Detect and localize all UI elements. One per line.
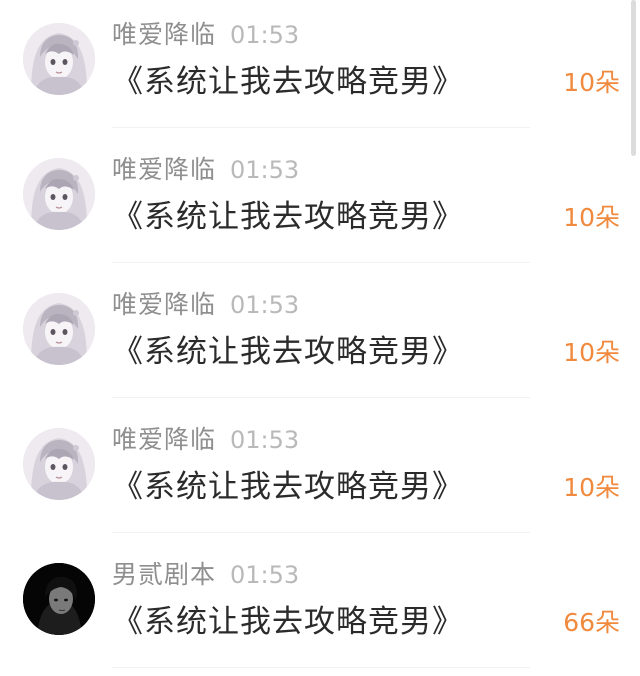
message-text: 《系统让我去攻略竞男》 bbox=[112, 64, 464, 100]
list-item[interactable]: 唯爱降临 01:53 《系统让我去攻略竞男》 10朵 bbox=[0, 135, 640, 270]
timestamp: 01:53 bbox=[230, 426, 300, 454]
message-text: 《系统让我去攻略竞男》 bbox=[112, 199, 464, 235]
username[interactable]: 男贰剧本 bbox=[112, 560, 216, 589]
message-meta: 唯爱降临 01:53 bbox=[112, 423, 299, 457]
username[interactable]: 唯爱降临 bbox=[112, 425, 216, 454]
timestamp: 01:53 bbox=[230, 156, 300, 184]
timestamp: 01:53 bbox=[230, 561, 300, 589]
avatar[interactable] bbox=[23, 293, 95, 365]
avatar[interactable] bbox=[23, 563, 95, 635]
gift-count: 10朵 bbox=[563, 473, 620, 502]
username[interactable]: 唯爱降临 bbox=[112, 155, 216, 184]
message-meta: 男贰剧本 01:53 bbox=[112, 558, 299, 592]
message-meta: 唯爱降临 01:53 bbox=[112, 288, 299, 322]
anime-girl-avatar-icon bbox=[23, 428, 95, 500]
message-text: 《系统让我去攻略竞男》 bbox=[112, 604, 464, 640]
timestamp: 01:53 bbox=[230, 291, 300, 319]
timestamp: 01:53 bbox=[230, 21, 300, 49]
message-text: 《系统让我去攻略竞男》 bbox=[112, 334, 464, 370]
gift-count: 66朵 bbox=[563, 608, 620, 637]
gift-count: 10朵 bbox=[563, 68, 620, 97]
divider bbox=[112, 262, 530, 263]
avatar[interactable] bbox=[23, 428, 95, 500]
anime-girl-avatar-icon bbox=[23, 158, 95, 230]
list-item[interactable]: 唯爱降临 01:53 《系统让我去攻略竞男》 10朵 bbox=[0, 270, 640, 405]
list-item[interactable]: 唯爱降临 01:53 《系统让我去攻略竞男》 10朵 bbox=[0, 405, 640, 540]
message-text: 《系统让我去攻略竞男》 bbox=[112, 469, 464, 505]
divider bbox=[112, 667, 530, 668]
avatar[interactable] bbox=[23, 158, 95, 230]
scrollbar[interactable] bbox=[631, 0, 636, 156]
message-meta: 唯爱降临 01:53 bbox=[112, 18, 299, 52]
message-meta: 唯爱降临 01:53 bbox=[112, 153, 299, 187]
gift-count: 10朵 bbox=[563, 338, 620, 367]
dark-portrait-avatar-icon bbox=[23, 563, 95, 635]
gift-message-list[interactable]: 唯爱降临 01:53 《系统让我去攻略竞男》 10朵 唯爱降临 01:53 《系统让… bbox=[0, 0, 640, 676]
divider bbox=[112, 127, 530, 128]
username[interactable]: 唯爱降临 bbox=[112, 290, 216, 319]
anime-girl-avatar-icon bbox=[23, 23, 95, 95]
divider bbox=[112, 397, 530, 398]
divider bbox=[112, 532, 530, 533]
list-item[interactable]: 男贰剧本 01:53 《系统让我去攻略竞男》 66朵 bbox=[0, 540, 640, 675]
avatar[interactable] bbox=[23, 23, 95, 95]
anime-girl-avatar-icon bbox=[23, 293, 95, 365]
username[interactable]: 唯爱降临 bbox=[112, 20, 216, 49]
gift-count: 10朵 bbox=[563, 203, 620, 232]
list-item[interactable]: 唯爱降临 01:53 《系统让我去攻略竞男》 10朵 bbox=[0, 0, 640, 135]
